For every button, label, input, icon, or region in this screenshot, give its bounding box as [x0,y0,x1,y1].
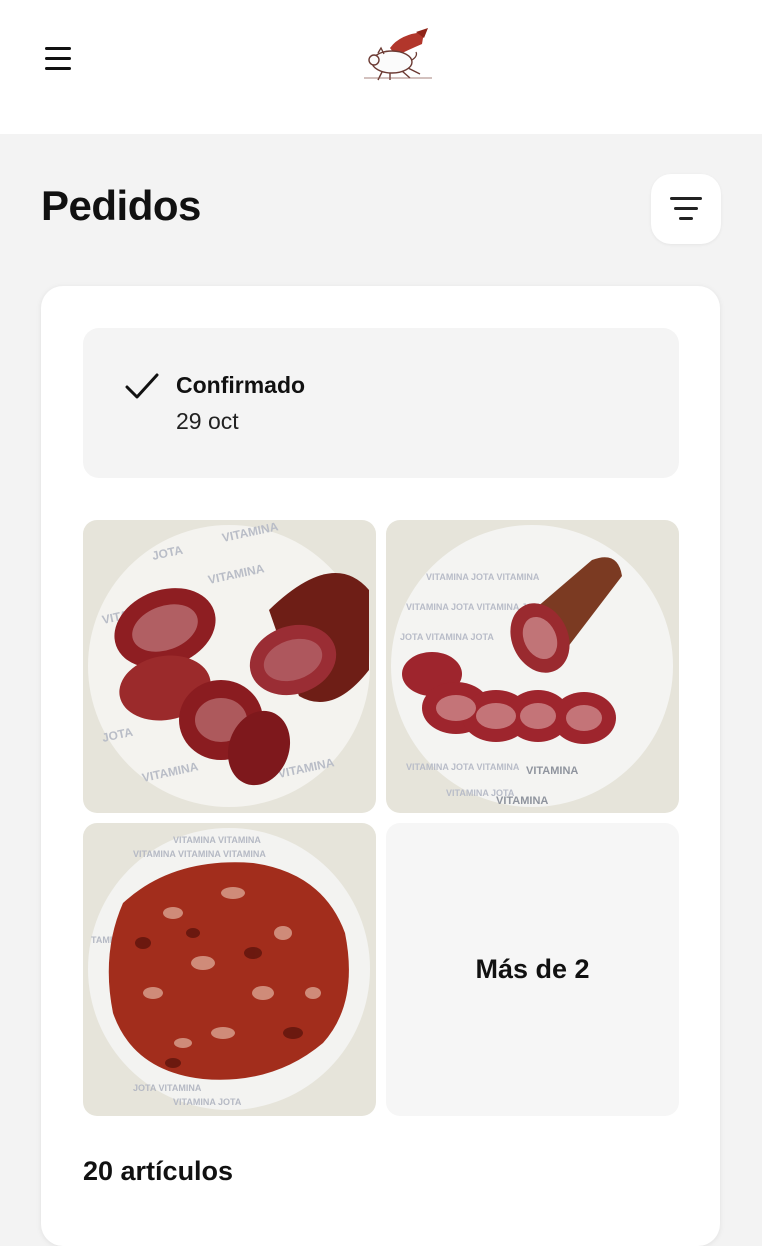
filter-button[interactable] [651,174,721,244]
chorizo-slices-photo[interactable]: VITAMINA VITAMINA VITAMINA VITAMINA VITA… [83,823,376,1116]
svg-text:VITAMINA JOTA: VITAMINA JOTA [173,1097,242,1107]
chorizo-stick-photo[interactable]: VITAMINA JOTA VITAMINA VITAMINA JOTA VIT… [386,520,679,813]
order-card[interactable]: Confirmado 29 oct VITAMINA JOTA VITAMINA… [41,286,720,1246]
svg-text:VITAMINA JOTA VITAMINA: VITAMINA JOTA VITAMINA [406,762,520,772]
svg-text:VITAMINA VITAMINA VITAMINA: VITAMINA VITAMINA VITAMINA [133,849,266,859]
more-products-tile[interactable]: Más de 2 [386,823,679,1116]
checkmark-icon [125,373,159,399]
hamburger-menu-icon[interactable] [40,38,76,78]
items-count: 20 artículos [83,1156,234,1186]
lomo-slices-photo[interactable]: VITAMINA JOTA VITAMINA VITAMINA JOTA VIT… [83,520,376,813]
svg-text:VITAMINA JOTA VITAMINA: VITAMINA JOTA VITAMINA [426,572,540,582]
page-title: Pedidos [41,182,201,229]
filter-lines-icon [670,197,702,200]
order-date: 29 oct [176,408,239,434]
order-status-label: Confirmado [176,372,306,398]
svg-text:JOTA VITAMINA: JOTA VITAMINA [133,1083,202,1093]
svg-text:VITAMINA VITAMINA: VITAMINA VITAMINA [173,835,261,845]
order-status-box: Confirmado 29 oct [83,328,679,478]
svg-text:VITAMINA: VITAMINA [496,795,548,807]
more-products-label: Más de 2 [475,954,590,984]
top-bar [0,0,762,134]
svg-text:JOTA VITAMINA JOTA: JOTA VITAMINA JOTA [400,632,494,642]
flying-pig-logo-icon[interactable] [362,26,434,82]
svg-text:VITAMINA: VITAMINA [526,765,578,777]
